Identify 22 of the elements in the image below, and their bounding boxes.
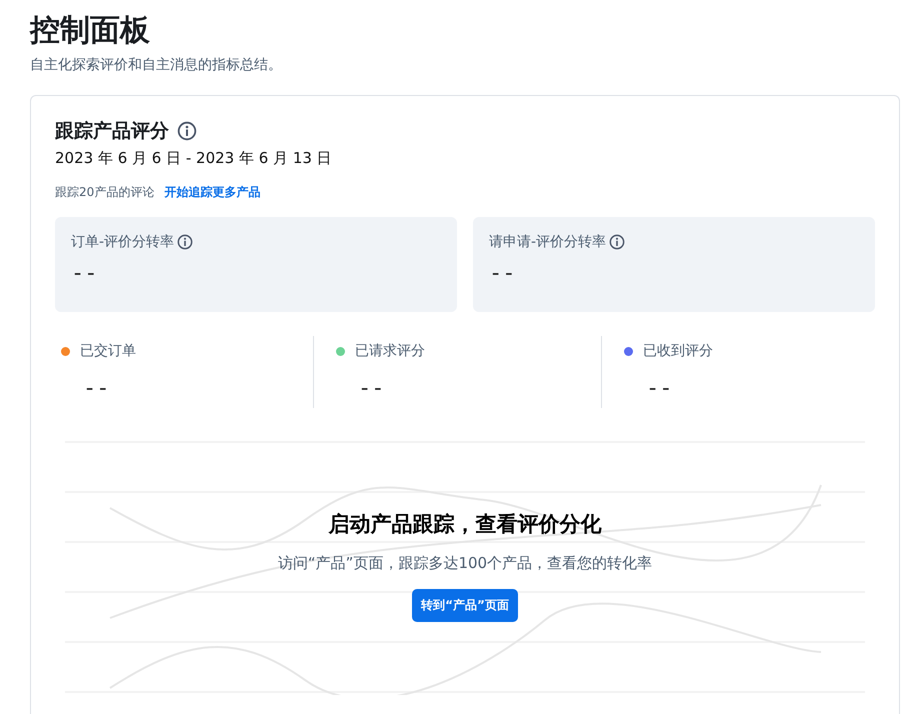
tracking-note: 跟踪20产品的评论: [55, 184, 154, 201]
page-subtitle: 自主化探索评价和自主消息的指标总结。: [30, 56, 283, 74]
card-title: 跟踪产品评分: [55, 119, 169, 144]
metric-value: --: [83, 376, 110, 401]
legend-label: 已请求评分: [355, 342, 425, 360]
rate-value: --: [489, 261, 516, 286]
metric-value: --: [646, 376, 672, 401]
rate-label: 订单-评价分转率: [71, 233, 174, 251]
info-icon[interactable]: [177, 121, 197, 141]
empty-state-title: 启动产品跟踪，查看评价分化: [328, 511, 602, 538]
page-title: 控制面板: [30, 12, 151, 50]
go-to-products-button[interactable]: 转到“产品”页面: [412, 589, 518, 622]
info-icon[interactable]: [177, 234, 194, 250]
rate-label: 请申请-评价分转率: [489, 233, 606, 251]
tracking-link[interactable]: 开始追踪更多产品: [164, 184, 260, 201]
metric-value: --: [358, 376, 384, 401]
info-icon[interactable]: [609, 234, 626, 250]
empty-state-description: 访问“产品”页面，跟踪多达100个产品，查看您的转化率: [278, 554, 652, 573]
rate-value: --: [71, 261, 98, 286]
legend-label: 已交订单: [80, 342, 136, 360]
legend-label: 已收到评分: [643, 342, 713, 360]
date-range: 2023 年 6 月 6 日 - 2023 年 6 月 13 日: [55, 149, 333, 168]
